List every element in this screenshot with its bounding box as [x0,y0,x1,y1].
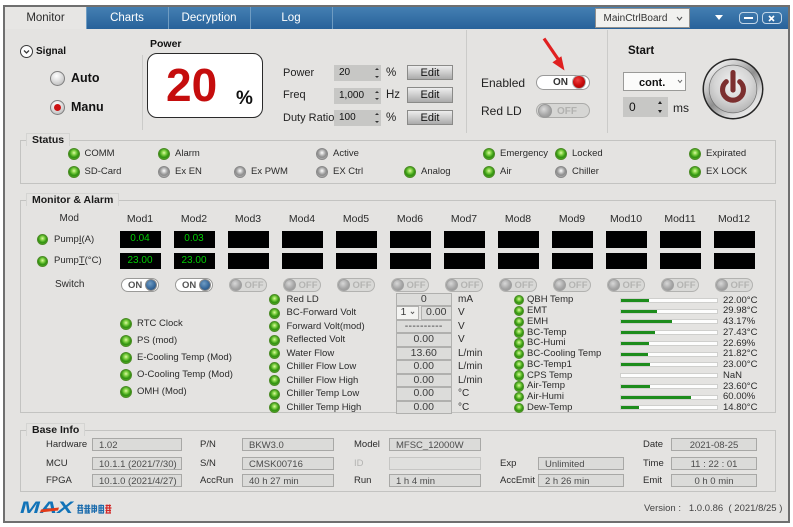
svg-text:MAX: MAX [20,500,75,516]
